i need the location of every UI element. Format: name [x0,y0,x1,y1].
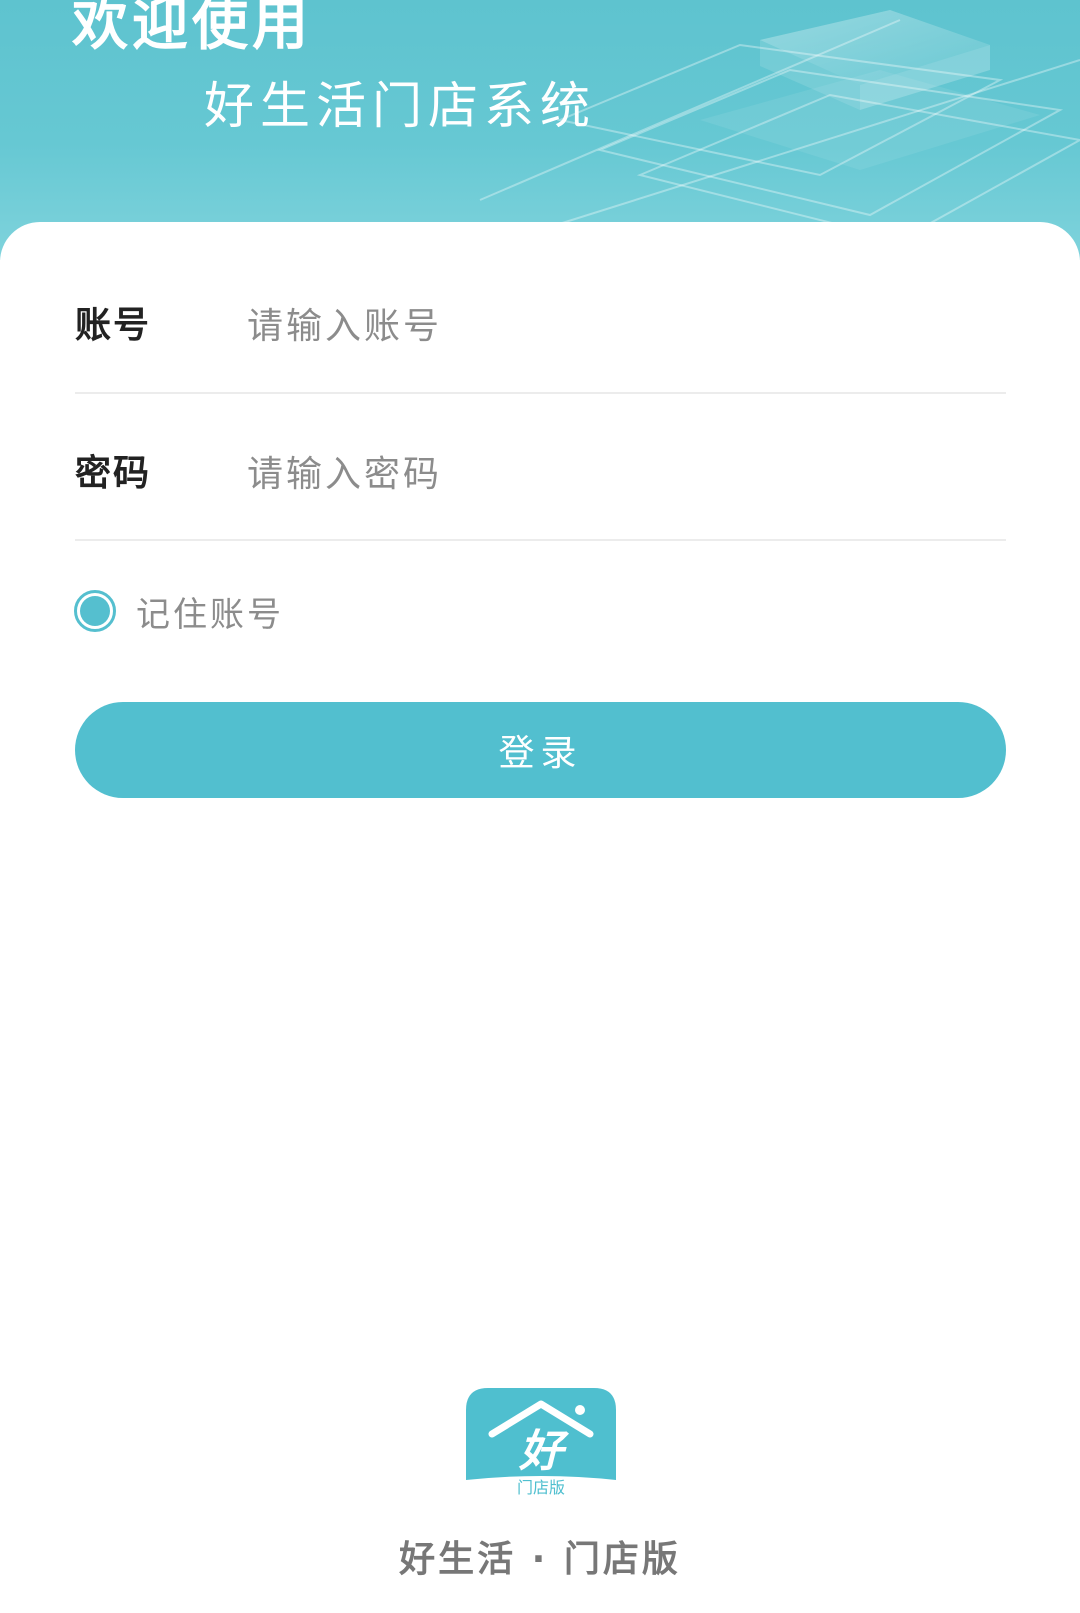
logo-glyph: 好 [518,1426,569,1477]
footer-app-name: 好生活 · 门店版 [399,1539,681,1580]
account-input[interactable] [247,296,987,356]
password-divider [75,539,1006,541]
radio-checked-icon[interactable] [74,590,116,632]
account-divider [75,392,1006,394]
system-name-title: 好生活门店系统 [204,77,596,135]
password-input[interactable] [247,444,987,504]
house-logo-icon: 好 门店版 [466,1388,616,1497]
account-label: 账号 [75,305,152,346]
welcome-title: 欢迎使用 [72,0,312,58]
header-banner: 欢迎使用 好生活门店系统 [0,0,1080,260]
remember-account-label[interactable]: 记住账号 [136,587,284,636]
radio-dot [80,596,110,626]
password-field-row: 密码 [75,436,1006,516]
account-field-row: 账号 [75,288,1006,368]
login-button[interactable]: 登录 [75,702,1006,798]
remember-account-option[interactable]: 记住账号 [74,587,284,636]
password-label: 密码 [75,453,152,494]
logo-caption: 门店版 [517,1478,565,1497]
